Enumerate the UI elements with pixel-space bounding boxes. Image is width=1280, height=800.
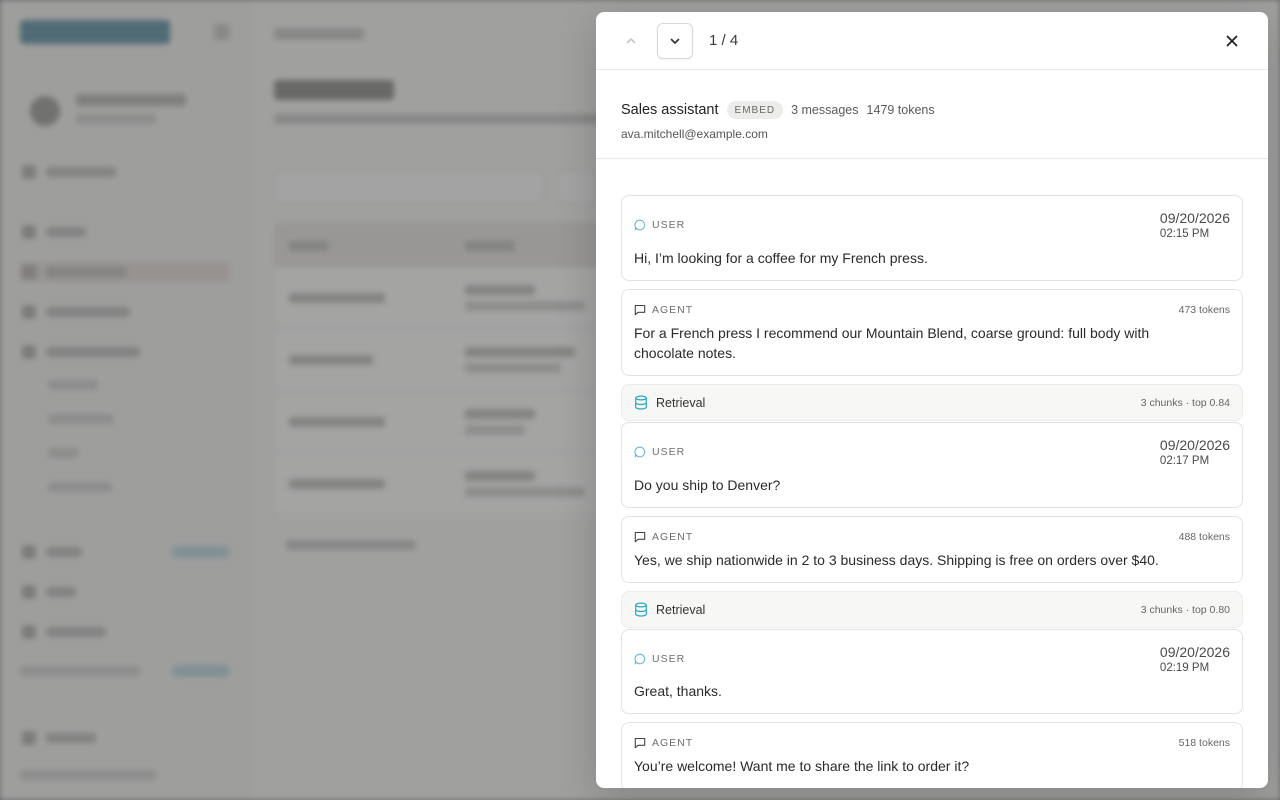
chevron-down-icon <box>670 38 680 44</box>
message-date: 09/20/2026 <box>1159 437 1230 453</box>
role-label: USER <box>652 653 686 665</box>
user-message: USER 09/20/2026 02:17 PM Do you ship to … <box>621 422 1243 508</box>
message-timestamp: 09/20/2026 02:17 PM <box>1160 437 1230 468</box>
pager-indicator: 1 / 4 <box>709 32 739 49</box>
conversation-header: Sales assistant EMBED 3 messages 1479 to… <box>596 70 1268 159</box>
message-text: You’re welcome! Want me to share the lin… <box>634 758 970 774</box>
message-role: USER <box>634 653 685 665</box>
message-role: AGENT <box>634 737 693 749</box>
message-tokens: 473 tokens <box>1178 304 1230 316</box>
message-role: AGENT <box>634 304 693 316</box>
agent-name: Sales assistant <box>621 102 719 118</box>
message-text: For a French press I recommend our Mount… <box>634 325 1150 361</box>
role-label: AGENT <box>652 304 694 316</box>
tokens-total: 1479 tokens <box>866 103 935 117</box>
message-role: USER <box>634 446 685 458</box>
message-text: Do you ship to Denver? <box>634 477 781 493</box>
agent-chat-icon <box>634 737 646 749</box>
close-button[interactable] <box>1214 25 1250 57</box>
agent-message: AGENT 488 tokens Yes, we ship nationwide… <box>621 516 1243 583</box>
agent-message: AGENT 518 tokens You’re welcome! Want me… <box>621 722 1243 788</box>
modal-toolbar: 1 / 4 <box>596 12 1268 70</box>
previous-conversation-button[interactable] <box>613 23 649 59</box>
user-chat-icon <box>634 653 646 665</box>
retrieval-meta: 3 chunks · top 0.80 <box>1140 604 1230 616</box>
message-text: Yes, we ship nationwide in 2 to 3 busine… <box>634 552 1159 568</box>
retrieval-meta: 3 chunks · top 0.84 <box>1140 397 1230 409</box>
message-tokens: 488 tokens <box>1178 531 1230 543</box>
close-icon <box>1226 35 1238 47</box>
retrieval-row[interactable]: Retrieval 3 chunks · top 0.80 <box>621 591 1243 628</box>
agent-chat-icon <box>634 531 646 543</box>
role-label: AGENT <box>652 737 694 749</box>
role-label: USER <box>652 446 686 458</box>
message-date: 09/20/2026 <box>1159 644 1230 660</box>
retrieval-label: Retrieval <box>656 603 706 617</box>
role-label: AGENT <box>652 531 694 543</box>
message-role: AGENT <box>634 531 693 543</box>
database-icon <box>635 602 647 617</box>
role-label: USER <box>652 219 686 231</box>
user-chat-icon <box>634 219 646 231</box>
message-time: 02:15 PM <box>1159 228 1210 240</box>
message-time: 02:19 PM <box>1159 662 1210 674</box>
user-message: USER 09/20/2026 02:15 PM Hi, I’m looking… <box>621 195 1243 281</box>
channel-badge: EMBED <box>726 101 784 119</box>
messages-count: 3 messages <box>791 103 859 117</box>
message-timestamp: 09/20/2026 02:15 PM <box>1160 210 1230 241</box>
agent-chat-icon <box>634 304 646 316</box>
retrieval-label: Retrieval <box>656 396 706 410</box>
message-time: 02:17 PM <box>1159 455 1210 467</box>
message-text: Hi, I’m looking for a coffee for my Fren… <box>634 250 928 266</box>
conversation-modal: 1 / 4 Sales assistant EMBED 3 messages 1… <box>596 12 1268 788</box>
message-date: 09/20/2026 <box>1159 210 1230 226</box>
message-tokens: 518 tokens <box>1178 737 1230 749</box>
retrieval-row[interactable]: Retrieval 3 chunks · top 0.84 <box>621 384 1243 421</box>
user-message: USER 09/20/2026 02:19 PM Great, thanks. <box>621 629 1243 714</box>
message-timestamp: 09/20/2026 02:19 PM <box>1160 644 1230 675</box>
database-icon <box>635 395 647 410</box>
user-chat-icon <box>634 446 646 458</box>
agent-message: AGENT 473 tokens For a French press I re… <box>621 289 1243 376</box>
message-text: Great, thanks. <box>634 683 722 699</box>
conversation-title-row: Sales assistant EMBED 3 messages 1479 to… <box>621 101 935 119</box>
message-role: USER <box>634 219 685 231</box>
user-email: ava.mitchell@example.com <box>621 127 768 141</box>
chevron-up-icon <box>626 38 636 44</box>
next-conversation-button[interactable] <box>657 23 693 59</box>
